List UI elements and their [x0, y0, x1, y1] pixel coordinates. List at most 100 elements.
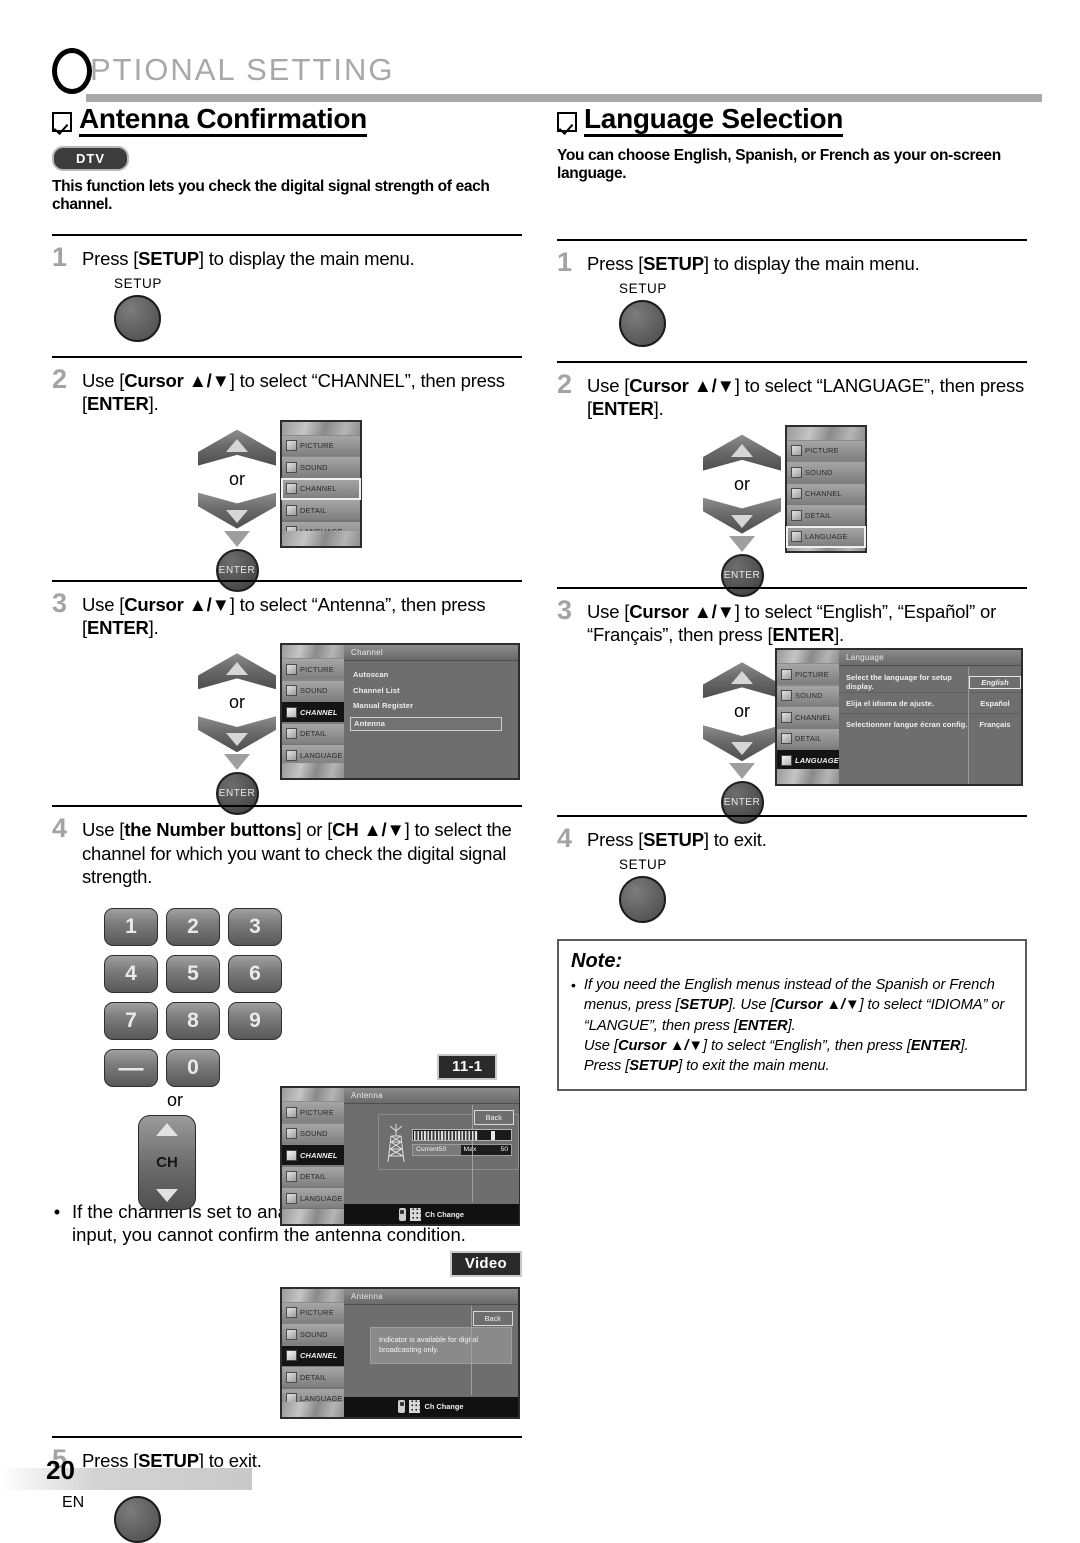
rail-item-channel[interactable]: CHANNEL	[282, 1145, 344, 1166]
rail-item-label: DETAIL	[300, 505, 327, 515]
number-keypad: 1 2 3 4 5 6 7 8 9 — 0	[104, 908, 282, 1088]
language-row-value[interactable]: English	[969, 675, 1021, 689]
step-number: 1	[52, 242, 68, 273]
rail-item-label: DETAIL	[805, 510, 832, 520]
language-row-spanish[interactable]: Elija el idioma de ajuste. Español	[839, 693, 1021, 715]
picture-icon	[781, 668, 792, 680]
step-text: Press [SETUP] to display the main menu.	[82, 248, 415, 270]
rail-item-label: SOUND	[300, 462, 328, 472]
cursor-up-button[interactable]	[703, 662, 781, 699]
ch-down-icon[interactable]	[156, 1189, 178, 1203]
video-badge: Video	[449, 1250, 522, 1277]
ch-up-icon[interactable]	[156, 1123, 178, 1137]
setup-button[interactable]	[619, 300, 666, 348]
tv-rail: PICTURE SOUND CHANNEL DETAIL LANGUAGE	[281, 421, 361, 546]
rail-item-channel[interactable]: CHANNEL	[281, 477, 361, 500]
rail-item-detail[interactable]: DETAIL	[787, 505, 865, 526]
cursor-down-button[interactable]	[703, 725, 781, 762]
rail-item-sound[interactable]: SOUND	[787, 462, 865, 483]
rail-item-detail[interactable]: DETAIL	[777, 728, 839, 749]
cursor-down-button[interactable]	[703, 497, 781, 534]
rail-item-channel[interactable]: CHANNEL	[282, 702, 344, 723]
key-4[interactable]: 4	[104, 955, 158, 994]
rail-item-channel[interactable]: CHANNEL	[282, 1345, 344, 1366]
cursor-up-button[interactable]	[198, 653, 276, 690]
step-number: 3	[52, 587, 68, 618]
keypad-icon	[409, 1207, 421, 1221]
rail-item-language[interactable]: LANGUAGE	[777, 750, 839, 771]
rail-item-sound[interactable]: SOUND	[282, 457, 360, 478]
rail-item-detail[interactable]: DETAIL	[282, 1166, 344, 1187]
rail-item-sound[interactable]: SOUND	[282, 1324, 344, 1345]
cursor-down-button[interactable]	[198, 716, 276, 753]
key-8[interactable]: 8	[166, 1002, 220, 1041]
back-button[interactable]: Back	[472, 1310, 513, 1326]
key-7[interactable]: 7	[104, 1002, 158, 1041]
cursor-up-button[interactable]	[703, 434, 781, 471]
flow-arrow-icon	[224, 754, 250, 771]
key-6[interactable]: 6	[228, 955, 282, 994]
rail-item-sound[interactable]: SOUND	[777, 685, 839, 706]
setup-button[interactable]	[114, 1496, 161, 1543]
step-number: 4	[557, 823, 573, 854]
rail-item-picture[interactable]: PICTURE	[282, 435, 360, 456]
language-row-english[interactable]: Select the language for setup display. E…	[839, 672, 1021, 694]
key-3[interactable]: 3	[228, 908, 282, 947]
rail-item-sound[interactable]: SOUND	[282, 680, 344, 701]
rail-item-picture[interactable]: PICTURE	[777, 664, 839, 685]
rail-item-label: LANGUAGE	[805, 532, 848, 542]
rail-item-sound[interactable]: SOUND	[282, 1123, 344, 1144]
panel-divider	[968, 667, 969, 785]
rail-item-language[interactable]: LANGUAGE	[282, 1188, 344, 1209]
picture-icon	[286, 440, 297, 452]
rail-item-picture[interactable]: PICTURE	[282, 659, 344, 680]
rail-item-language[interactable]: LANGUAGE	[786, 525, 866, 548]
key-dash[interactable]: —	[104, 1049, 158, 1088]
footer-hint-label: Ch Change	[424, 1209, 464, 1219]
key-0[interactable]: 0	[166, 1049, 220, 1088]
menu-item-antenna[interactable]: Antenna	[350, 716, 502, 731]
tv-rail: PICTURE SOUND CHANNEL DETAIL LANGUAGE	[282, 1088, 344, 1225]
or-label: or	[733, 473, 750, 494]
tv-body: Channel Autoscan Channel List Manual Reg…	[344, 645, 518, 779]
flow-arrow-icon	[224, 530, 250, 547]
rail-item-picture[interactable]: PICTURE	[787, 440, 865, 461]
picture-icon	[286, 1307, 297, 1319]
rail-item-picture[interactable]: PICTURE	[282, 1302, 344, 1323]
right-step-1: 1 Press [SETUP] to display the main menu…	[557, 239, 1027, 348]
rail-item-language[interactable]: LANGUAGE	[282, 745, 344, 766]
channel-icon	[286, 1350, 297, 1362]
rail-item-label: DETAIL	[300, 729, 327, 739]
key-5[interactable]: 5	[166, 955, 220, 994]
setup-button[interactable]	[114, 295, 161, 343]
tv-rail: PICTURE SOUND CHANNEL DETAIL LANGUAGE	[282, 645, 344, 779]
cursor-down-button[interactable]	[198, 492, 276, 529]
ch-label: CH	[156, 1154, 178, 1172]
step-text: Press [SETUP] to exit.	[587, 829, 767, 851]
key-9[interactable]: 9	[228, 1002, 282, 1041]
rail-item-detail[interactable]: DETAIL	[282, 1367, 344, 1388]
menu-item-manual-register[interactable]: Manual Register	[353, 701, 518, 710]
rail-item-channel[interactable]: CHANNEL	[777, 707, 839, 728]
rail-item-picture[interactable]: PICTURE	[282, 1102, 344, 1123]
rail-item-detail[interactable]: DETAIL	[282, 500, 360, 521]
cursor-up-button[interactable]	[198, 429, 276, 466]
key-1[interactable]: 1	[104, 908, 158, 947]
language-row-value[interactable]: Français	[969, 720, 1021, 729]
key-2[interactable]: 2	[166, 908, 220, 947]
picture-icon	[286, 1106, 297, 1118]
rail-item-label: PICTURE	[300, 1107, 334, 1117]
language-row-value[interactable]: Español	[969, 699, 1021, 708]
rail-top-decoration	[282, 645, 344, 659]
setup-button-label: SETUP	[619, 281, 668, 297]
menu-item-channel-list[interactable]: Channel List	[353, 686, 518, 695]
back-button[interactable]: Back	[473, 1110, 514, 1126]
language-row-french[interactable]: Selectionner langue écran config. França…	[839, 714, 1021, 735]
sound-icon	[781, 690, 792, 702]
menu-item-autoscan[interactable]: Autoscan	[353, 670, 518, 679]
rail-item-label: LANGUAGE	[300, 1193, 343, 1203]
rail-item-channel[interactable]: CHANNEL	[787, 483, 865, 504]
ch-rocker[interactable]: CH	[138, 1115, 196, 1211]
setup-button[interactable]	[619, 875, 666, 923]
rail-item-detail[interactable]: DETAIL	[282, 723, 344, 744]
